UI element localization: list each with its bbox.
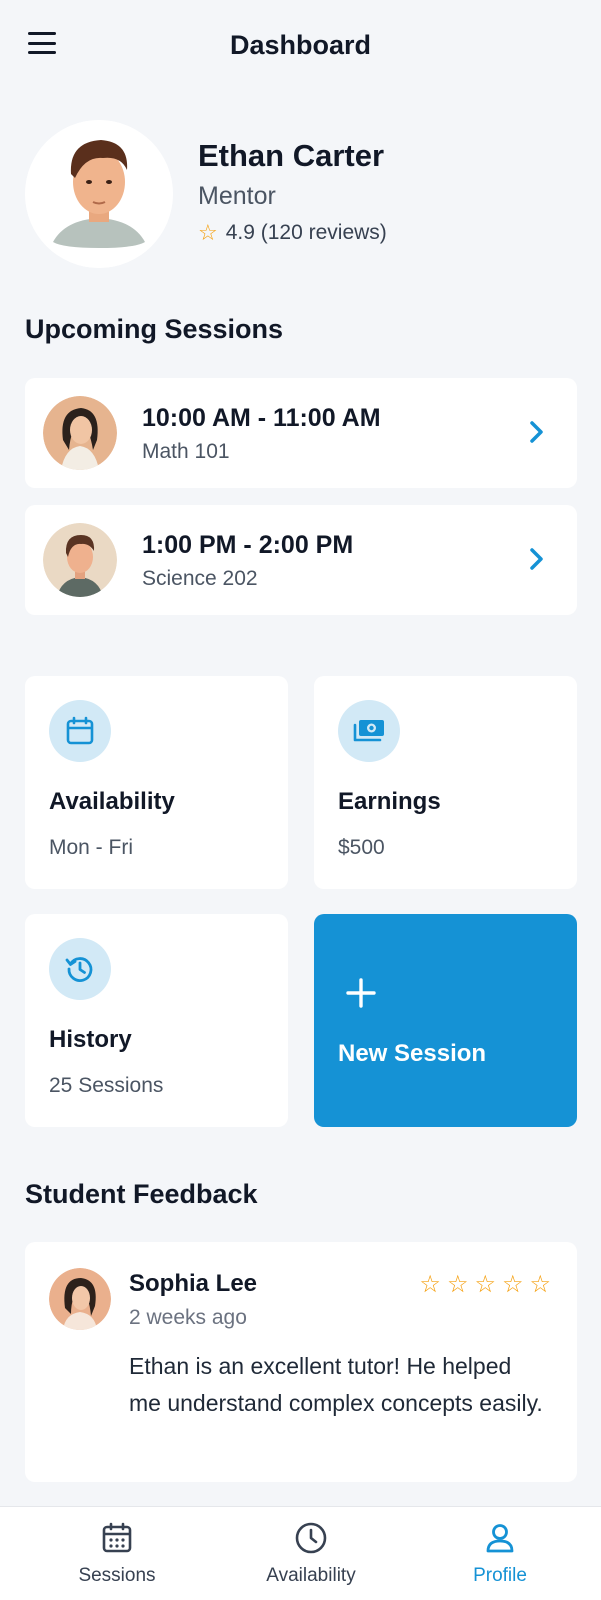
nav-label: Profile xyxy=(473,1565,527,1586)
money-icon xyxy=(338,700,400,762)
profile-summary: Ethan Carter Mentor ☆ 4.9 (120 reviews) xyxy=(25,120,585,268)
star-outline-icon: ☆ xyxy=(446,1271,469,1298)
page-title: Dashboard xyxy=(229,30,372,60)
tile-title: Earnings xyxy=(338,788,441,815)
session-course: Science 202 xyxy=(142,567,258,590)
clock-icon xyxy=(295,1522,327,1554)
new-session-button[interactable]: New Session xyxy=(314,914,577,1127)
chevron-right-icon[interactable] xyxy=(527,545,547,573)
profile-name: Ethan Carter xyxy=(198,138,385,173)
feedback-card: Sophia Lee 2 weeks ago ☆ ☆ ☆ ☆ ☆ Ethan i… xyxy=(25,1242,577,1482)
plus-icon xyxy=(346,978,376,1008)
nav-availability[interactable]: Availability xyxy=(211,1507,411,1600)
section-title-upcoming: Upcoming Sessions xyxy=(25,314,284,344)
profile-rating: ☆ 4.9 (120 reviews) xyxy=(198,220,387,246)
star-outline-icon: ☆ xyxy=(529,1271,551,1298)
profile-role: Mentor xyxy=(198,182,276,210)
star-outline-icon: ☆ xyxy=(474,1271,496,1298)
tile-title: Availability xyxy=(49,788,175,815)
star-outline-icon: ☆ xyxy=(501,1271,524,1298)
chevron-right-icon[interactable] xyxy=(527,418,547,446)
feedback-text: Ethan is an excellent tutor! He helped m… xyxy=(129,1353,543,1416)
tile-title: History xyxy=(49,1026,132,1053)
avatar[interactable] xyxy=(25,120,173,268)
nav-label: Sessions xyxy=(78,1565,156,1586)
top-app-bar: Dashboard xyxy=(0,0,601,94)
feedback-author: Sophia Lee xyxy=(129,1270,258,1297)
session-card[interactable]: 1:00 PM - 2:00 PM Science 202 xyxy=(25,505,577,615)
star-outline-icon: ☆ xyxy=(419,1271,441,1298)
nav-profile[interactable]: Profile xyxy=(400,1507,600,1600)
calendar-icon xyxy=(49,700,111,762)
rating-text: 4.9 (120 reviews) xyxy=(225,221,387,244)
session-time: 1:00 PM - 2:00 PM xyxy=(142,531,354,559)
star-outline-icon: ☆ xyxy=(198,220,218,245)
nav-label: Availability xyxy=(266,1565,356,1586)
calendar-icon xyxy=(102,1522,132,1553)
tile-subtitle: $500 xyxy=(338,836,385,859)
new-session-label: New Session xyxy=(338,1040,487,1067)
avatar xyxy=(43,396,117,470)
history-icon xyxy=(49,938,111,1000)
history-tile[interactable]: History 25 Sessions xyxy=(25,914,288,1127)
avatar xyxy=(43,523,117,597)
user-icon xyxy=(486,1524,514,1553)
availability-tile[interactable]: Availability Mon - Fri xyxy=(25,676,288,889)
bottom-nav: Sessions Availability Profile xyxy=(0,1506,601,1600)
tile-subtitle: 25 Sessions xyxy=(49,1074,164,1097)
earnings-tile[interactable]: Earnings $500 xyxy=(314,676,577,889)
tile-subtitle: Mon - Fri xyxy=(49,836,133,859)
feedback-time: 2 weeks ago xyxy=(129,1306,247,1329)
session-time: 10:00 AM - 11:00 AM xyxy=(142,404,381,432)
section-title-feedback: Student Feedback xyxy=(25,1179,258,1209)
avatar xyxy=(49,1268,111,1330)
session-card[interactable]: 10:00 AM - 11:00 AM Math 101 xyxy=(25,378,577,488)
session-course: Math 101 xyxy=(142,440,230,463)
nav-sessions[interactable]: Sessions xyxy=(17,1507,217,1600)
rating-stars: ☆ ☆ ☆ ☆ ☆ xyxy=(419,1270,551,1299)
